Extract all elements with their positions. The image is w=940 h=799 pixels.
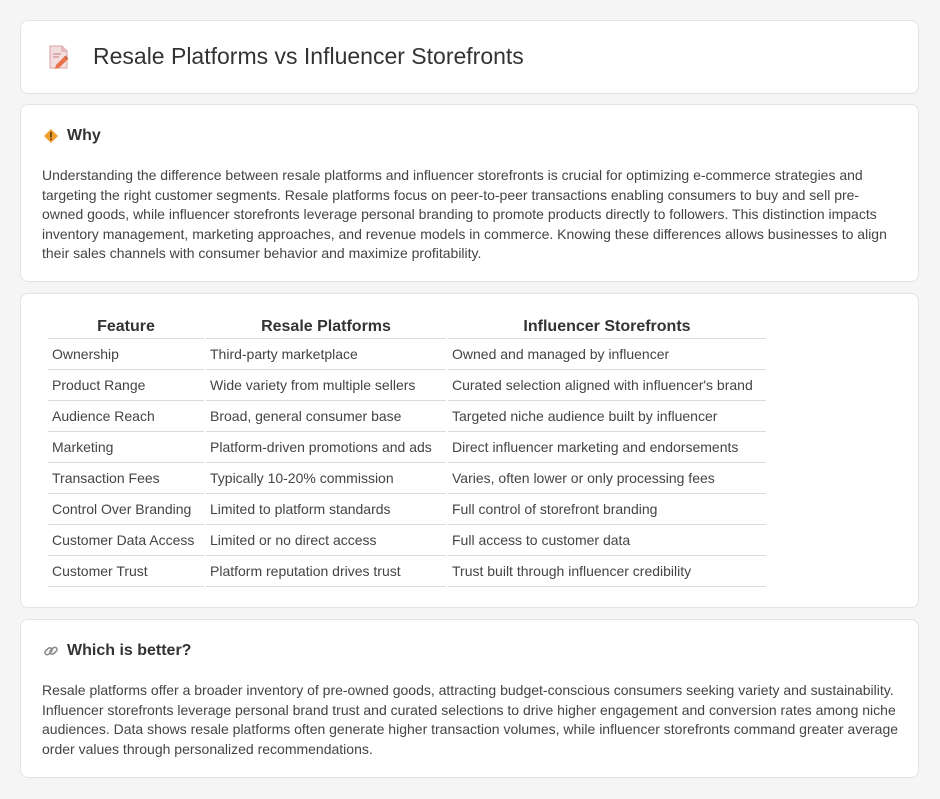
which-is-better-section: Which is better? Resale platforms offer … (20, 619, 919, 778)
table-header-row: Feature Resale Platforms Influencer Stor… (48, 316, 766, 339)
table-cell: Full control of storefront branding (448, 494, 766, 525)
table-cell: Control Over Branding (48, 494, 204, 525)
table-cell: Broad, general consumer base (206, 401, 446, 432)
warning-diamond-icon (44, 129, 58, 143)
table-cell: Curated selection aligned with influence… (448, 370, 766, 401)
table-cell: Limited or no direct access (206, 525, 446, 556)
header-resale-platforms: Resale Platforms (206, 316, 446, 339)
table-cell: Platform-driven promotions and ads (206, 432, 446, 463)
table-cell: Targeted niche audience built by influen… (448, 401, 766, 432)
which-is-better-paragraph: Resale platforms offer a broader invento… (42, 682, 899, 757)
table-cell: Trust built through influencer credibili… (448, 556, 766, 587)
table-cell: Limited to platform standards (206, 494, 446, 525)
header-card: Resale Platforms vs Influencer Storefron… (20, 20, 919, 94)
table-cell: Ownership (48, 339, 204, 370)
table-cell: Wide variety from multiple sellers (206, 370, 446, 401)
table-cell: Customer Trust (48, 556, 204, 587)
why-section: Why Understanding the difference between… (20, 104, 919, 282)
table-cell: Full access to customer data (448, 525, 766, 556)
table-row: Customer Trust Platform reputation drive… (48, 556, 766, 587)
table-cell: Third-party marketplace (206, 339, 446, 370)
table-cell: Customer Data Access (48, 525, 204, 556)
header-influencer-storefronts: Influencer Storefronts (448, 316, 766, 339)
which-is-better-title: Which is better? (67, 642, 192, 659)
table-cell: Platform reputation drives trust (206, 556, 446, 587)
table-row: Transaction Fees Typically 10-20% commis… (48, 463, 766, 494)
table-row: Marketing Platform-driven promotions and… (48, 432, 766, 463)
comparison-section: Feature Resale Platforms Influencer Stor… (20, 293, 919, 608)
why-title: Why (67, 127, 101, 144)
comparison-table: Feature Resale Platforms Influencer Stor… (46, 316, 768, 587)
table-cell: Transaction Fees (48, 463, 204, 494)
table-cell: Direct influencer marketing and endorsem… (448, 432, 766, 463)
header-feature: Feature (48, 316, 204, 339)
table-row: Product Range Wide variety from multiple… (48, 370, 766, 401)
table-row: Control Over Branding Limited to platfor… (48, 494, 766, 525)
table-row: Customer Data Access Limited or no direc… (48, 525, 766, 556)
table-cell: Marketing (48, 432, 204, 463)
link-icon (44, 646, 58, 656)
table-cell: Audience Reach (48, 401, 204, 432)
table-cell: Product Range (48, 370, 204, 401)
table-cell: Typically 10-20% commission (206, 463, 446, 494)
why-paragraph: Understanding the difference between res… (42, 167, 887, 262)
table-cell: Varies, often lower or only processing f… (448, 463, 766, 494)
table-row: Audience Reach Broad, general consumer b… (48, 401, 766, 432)
page-title: Resale Platforms vs Influencer Storefron… (93, 43, 524, 69)
table-row: Ownership Third-party marketplace Owned … (48, 339, 766, 370)
document-pencil-icon (49, 45, 69, 69)
table-cell: Owned and managed by influencer (448, 339, 766, 370)
